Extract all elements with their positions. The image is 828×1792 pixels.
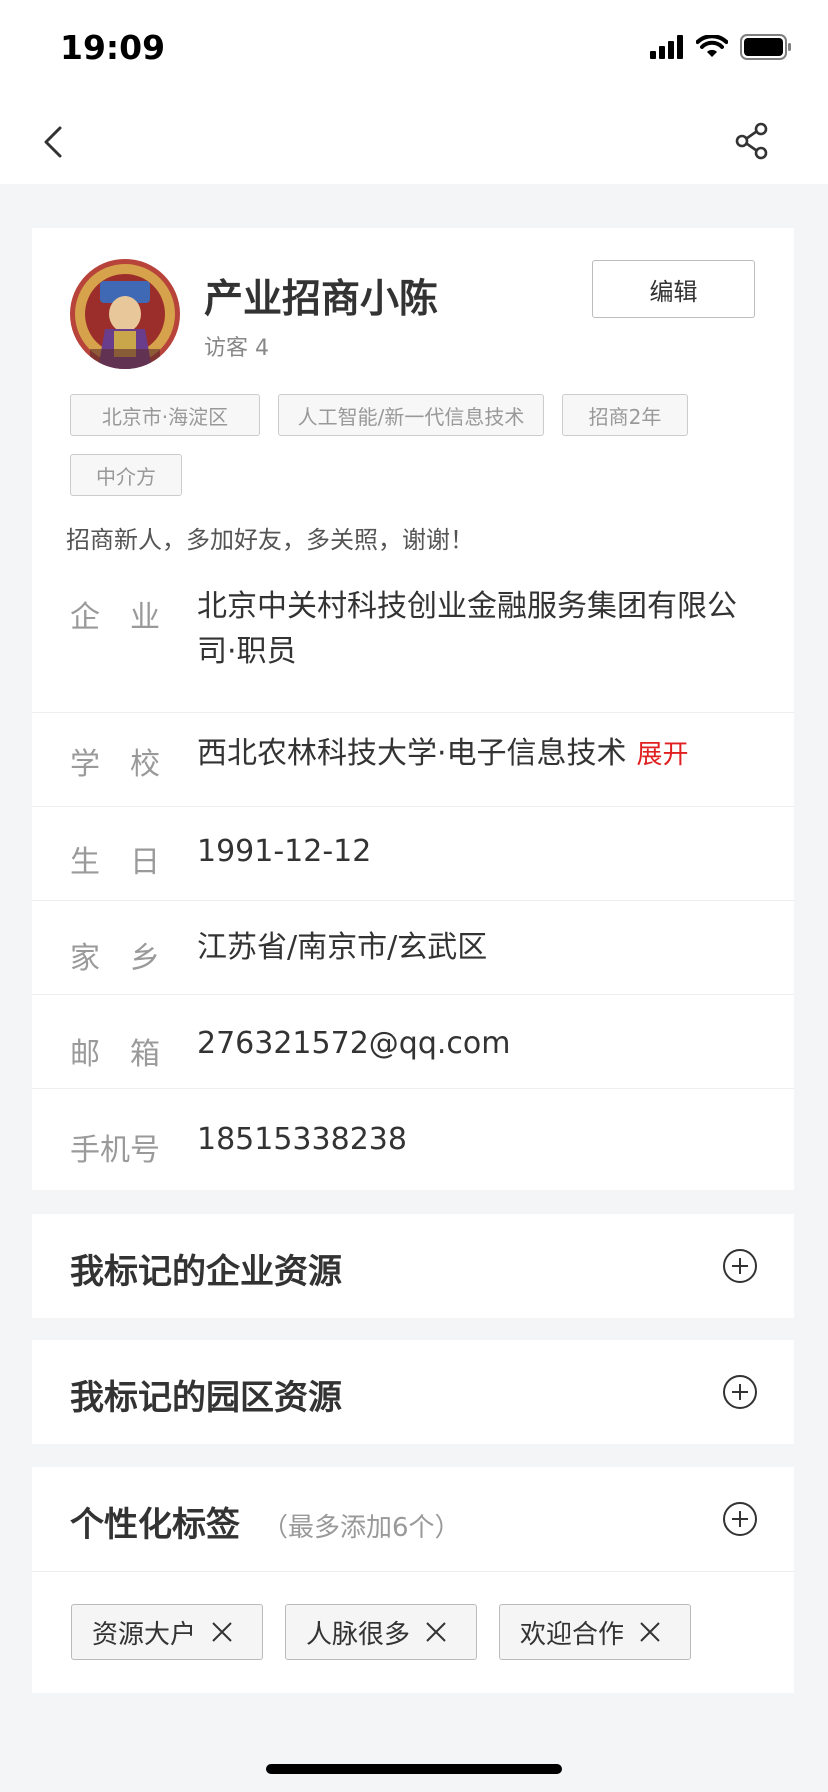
status-icons bbox=[650, 34, 792, 60]
personal-tag: 人脉很多 bbox=[285, 1604, 477, 1660]
section-title: 我标记的园区资源 bbox=[70, 1378, 342, 1418]
profile-intro: 招商新人，多加好友，多关照，谢谢！ bbox=[66, 526, 474, 554]
divider bbox=[32, 1571, 794, 1572]
personal-tag-label: 欢迎合作 bbox=[520, 1619, 625, 1650]
section-title: 我标记的企业资源 bbox=[70, 1252, 342, 1292]
user-name: 产业招商小陈 bbox=[204, 277, 439, 322]
status-time: 19:09 bbox=[60, 28, 166, 67]
remove-tag-icon[interactable] bbox=[210, 1620, 234, 1644]
personal-tag-label: 人脉很多 bbox=[306, 1619, 411, 1650]
info-value: 北京中关村科技创业金融服务集团有限公司·职员 bbox=[197, 589, 737, 669]
cellular-signal-icon bbox=[650, 35, 683, 59]
edit-button[interactable]: 编辑 bbox=[592, 260, 755, 318]
profile-tag-experience: 招商2年 bbox=[562, 394, 688, 436]
personal-tags-hint: （最多添加6个） bbox=[262, 1513, 461, 1543]
info-value: 西北农林科技大学·电子信息技术 展开 bbox=[197, 731, 689, 778]
personal-tags-title: 个性化标签 bbox=[70, 1505, 240, 1545]
info-label: 企 业 bbox=[70, 600, 160, 635]
profile-card: 产业招商小陈 访客 4 编辑 北京市·海淀区 人工智能/新一代信息技术 招商2年… bbox=[32, 228, 794, 1190]
info-row-school: 学 校 西北农林科技大学·电子信息技术 展开 bbox=[32, 712, 794, 807]
profile-tag-role: 中介方 bbox=[70, 454, 182, 496]
add-icon[interactable] bbox=[722, 1248, 758, 1284]
info-row-phone: 手机号 18515338238 bbox=[32, 1088, 794, 1191]
add-tag-icon[interactable] bbox=[722, 1501, 758, 1537]
info-value: 276321572@qq.com bbox=[197, 1026, 511, 1061]
info-row-birthday: 生 日 1991-12-12 bbox=[32, 806, 794, 901]
info-row-email: 邮 箱 276321572@qq.com bbox=[32, 994, 794, 1089]
profile-tag-location: 北京市·海淀区 bbox=[70, 394, 260, 436]
home-indicator bbox=[266, 1764, 562, 1774]
info-value: 江苏省/南京市/玄武区 bbox=[197, 930, 488, 965]
profile-tag-industry: 人工智能/新一代信息技术 bbox=[278, 394, 544, 436]
status-bar: 19:09 bbox=[0, 0, 828, 100]
share-icon[interactable] bbox=[734, 122, 770, 160]
expand-link[interactable]: 展开 bbox=[637, 740, 689, 770]
info-label: 生 日 bbox=[70, 845, 160, 880]
info-label: 学 校 bbox=[70, 747, 160, 782]
section-park-resources[interactable]: 我标记的园区资源 bbox=[32, 1340, 794, 1444]
avatar[interactable] bbox=[70, 259, 180, 369]
info-value: 1991-12-12 bbox=[197, 834, 372, 869]
school-value: 西北农林科技大学·电子信息技术 bbox=[197, 736, 627, 771]
wifi-icon bbox=[696, 35, 728, 57]
personal-tag: 欢迎合作 bbox=[499, 1604, 691, 1660]
personal-tag: 资源大户 bbox=[71, 1604, 263, 1660]
section-title: 个性化标签 （最多添加6个） bbox=[70, 1497, 461, 1546]
section-company-resources[interactable]: 我标记的企业资源 bbox=[32, 1214, 794, 1318]
info-label: 邮 箱 bbox=[70, 1037, 160, 1072]
info-label: 手机号 bbox=[70, 1133, 160, 1168]
battery-icon bbox=[740, 34, 791, 60]
info-row-hometown: 家 乡 江苏省/南京市/玄武区 bbox=[32, 900, 794, 995]
info-row-company: 企 业 北京中关村科技创业金融服务集团有限公司·职员 bbox=[32, 589, 794, 732]
personal-tag-label: 资源大户 bbox=[92, 1619, 197, 1650]
remove-tag-icon[interactable] bbox=[638, 1620, 662, 1644]
add-icon[interactable] bbox=[722, 1374, 758, 1410]
remove-tag-icon[interactable] bbox=[424, 1620, 448, 1644]
info-value: 18515338238 bbox=[197, 1122, 407, 1157]
info-label: 家 乡 bbox=[70, 941, 160, 976]
nav-bar bbox=[0, 100, 828, 184]
back-icon[interactable] bbox=[34, 120, 78, 164]
visitor-count[interactable]: 访客 4 bbox=[204, 330, 269, 362]
